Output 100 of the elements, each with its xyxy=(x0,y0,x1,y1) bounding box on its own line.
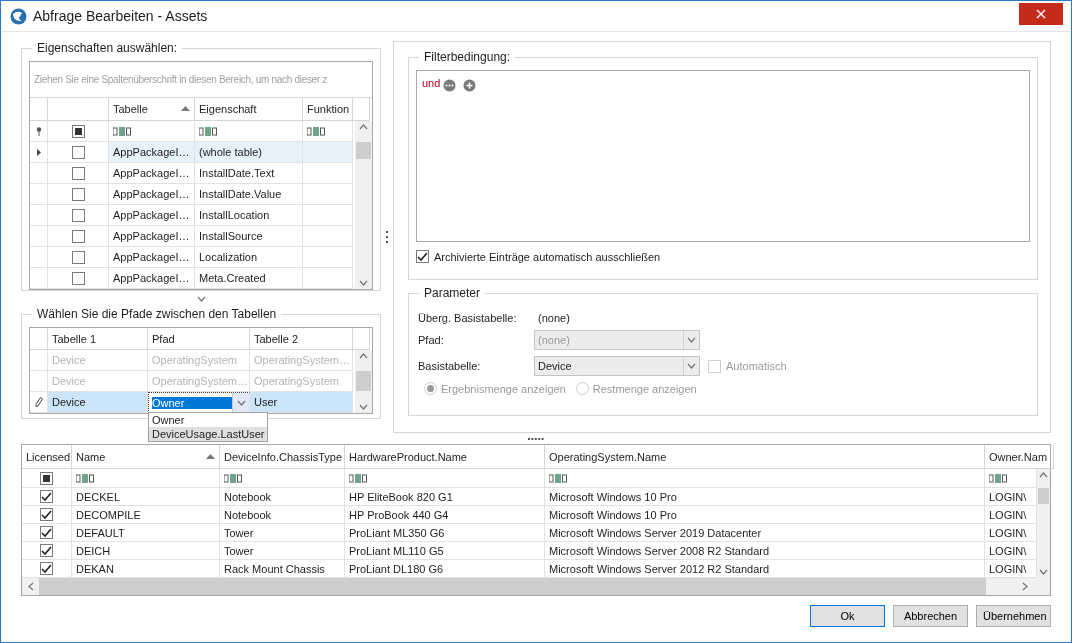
checkmark-icon xyxy=(41,509,52,520)
scroll-down-icon[interactable] xyxy=(359,280,368,286)
window-title: Abfrage Bearbeiten - Assets xyxy=(33,8,209,24)
checkbox[interactable] xyxy=(71,145,85,159)
checkmark-icon xyxy=(41,491,52,502)
table-cell: Notebook xyxy=(220,488,345,506)
scroll-up-icon[interactable] xyxy=(359,124,368,130)
scroll-left-icon[interactable] xyxy=(27,582,34,591)
column-header[interactable]: OperatingSystem.Name xyxy=(545,445,985,469)
checkbox[interactable] xyxy=(416,250,429,263)
column-header[interactable]: Tabelle 1 xyxy=(48,328,148,350)
checkbox[interactable] xyxy=(71,208,85,222)
table-cell: InstallDate.Value xyxy=(195,184,303,205)
vertical-scrollbar[interactable] xyxy=(355,350,372,413)
scroll-down-icon[interactable] xyxy=(359,404,368,410)
table-cell xyxy=(303,184,353,205)
group-title: Filterbedingung: xyxy=(423,50,512,64)
filter-cell[interactable] xyxy=(985,469,1037,488)
checkbox[interactable] xyxy=(71,124,85,138)
sort-ascending-icon xyxy=(181,106,190,111)
table-cell xyxy=(303,226,353,247)
more-icon[interactable] xyxy=(443,79,457,92)
header-cell xyxy=(30,328,48,350)
expand-chevron-icon[interactable] xyxy=(196,296,206,302)
sort-ascending-icon xyxy=(206,453,215,459)
checkbox[interactable] xyxy=(40,508,53,521)
close-button[interactable] xyxy=(1019,3,1063,25)
dropdown-chevron-icon[interactable] xyxy=(687,363,696,369)
filter-cell[interactable] xyxy=(345,469,545,488)
dropdown-option[interactable]: DeviceUsage.LastUser xyxy=(149,427,267,441)
column-header[interactable]: Funktion xyxy=(303,98,353,121)
filter-cell[interactable] xyxy=(72,469,220,488)
table-cell: Notebook xyxy=(220,506,345,524)
text-filter-icon xyxy=(76,473,94,483)
table-cell: Meta.Created xyxy=(195,268,303,289)
table-cell: InstallDate.Text xyxy=(195,163,303,184)
scroll-up-icon[interactable] xyxy=(359,353,368,359)
base-table-dropdown[interactable]: Device xyxy=(534,356,700,376)
checkbox[interactable] xyxy=(71,166,85,180)
vertical-scrollbar[interactable] xyxy=(1037,469,1050,578)
splitter-grip-icon[interactable] xyxy=(528,437,544,440)
column-header[interactable]: Licensed xyxy=(22,445,72,469)
table-cell: (whole table) xyxy=(195,142,303,163)
operator-link[interactable]: und xyxy=(422,77,441,89)
scrollbar-thumb[interactable] xyxy=(356,371,371,391)
checkbox[interactable] xyxy=(71,271,85,285)
field-label: Überg. Basistabelle: xyxy=(418,312,518,324)
text-filter-icon xyxy=(349,473,367,483)
text-filter-icon xyxy=(199,126,217,136)
vertical-scrollbar[interactable] xyxy=(355,121,372,289)
column-header[interactable]: Pfad xyxy=(148,328,250,350)
table-cell: Localization xyxy=(195,247,303,268)
filter-cell[interactable] xyxy=(545,469,985,488)
table-cell: DEFAULT xyxy=(72,524,220,542)
checkbox[interactable] xyxy=(40,490,53,503)
table-cell xyxy=(303,247,353,268)
column-header[interactable]: DeviceInfo.ChassisType xyxy=(220,445,345,469)
field-label: Basistabelle: xyxy=(418,360,482,372)
dialog-button[interactable]: Ok xyxy=(810,605,885,627)
table-cell: AppPackageI… xyxy=(109,205,195,226)
text-filter-icon xyxy=(307,126,325,136)
dropdown-chevron-icon[interactable] xyxy=(236,399,246,406)
table-cell: OperatingSystem… xyxy=(250,350,353,371)
checkbox[interactable] xyxy=(40,562,53,575)
column-header[interactable]: Tabelle xyxy=(109,98,195,121)
table-cell: InstallLocation xyxy=(195,205,303,226)
scrollbar-thumb[interactable] xyxy=(1038,488,1049,504)
scroll-down-icon[interactable] xyxy=(1039,569,1048,575)
checkmark-icon xyxy=(41,527,52,538)
dialog-button[interactable]: Abbrechen xyxy=(893,605,968,627)
add-icon[interactable] xyxy=(463,79,477,92)
column-header[interactable]: HardwareProduct.Name xyxy=(345,445,545,469)
group-title: Wählen Sie die Pfade zwischen den Tabellen xyxy=(36,307,278,321)
checkbox[interactable] xyxy=(40,544,53,557)
radio-label: Ergebnismenge anzeigen xyxy=(441,382,566,395)
table-cell: AppPackageI… xyxy=(109,184,195,205)
column-header[interactable]: Tabelle 2 xyxy=(250,328,353,350)
scrollbar-thumb[interactable] xyxy=(356,142,371,159)
filter-editor[interactable]: und xyxy=(416,70,1030,242)
dialog-button[interactable]: Übernehmen xyxy=(976,605,1051,627)
column-header[interactable]: Eigenschaft xyxy=(195,98,303,121)
checkbox[interactable] xyxy=(40,471,53,485)
scroll-up-icon[interactable] xyxy=(1039,472,1048,478)
filter-cell[interactable] xyxy=(220,469,345,488)
checkbox[interactable] xyxy=(71,229,85,243)
table-cell: DECOMPILE xyxy=(72,506,220,524)
checkbox[interactable] xyxy=(40,526,53,539)
table-cell: Microsoft Windows Server 2008 R2 Standard xyxy=(545,542,985,560)
current-row-icon xyxy=(36,148,41,156)
column-header[interactable]: Name xyxy=(72,445,220,469)
app-logo-icon xyxy=(10,7,27,25)
table-cell: Microsoft Windows Server 2019 Datacenter xyxy=(545,524,985,542)
checkbox[interactable] xyxy=(71,250,85,264)
table-cell: Device xyxy=(48,350,148,371)
table-cell: HP ProBook 440 G4 xyxy=(345,506,545,524)
table-cell: DECKEL xyxy=(72,488,220,506)
checkbox[interactable] xyxy=(71,187,85,201)
pin-icon xyxy=(35,126,42,136)
scroll-right-icon[interactable] xyxy=(1021,582,1028,591)
table-cell: Tower xyxy=(220,524,345,542)
